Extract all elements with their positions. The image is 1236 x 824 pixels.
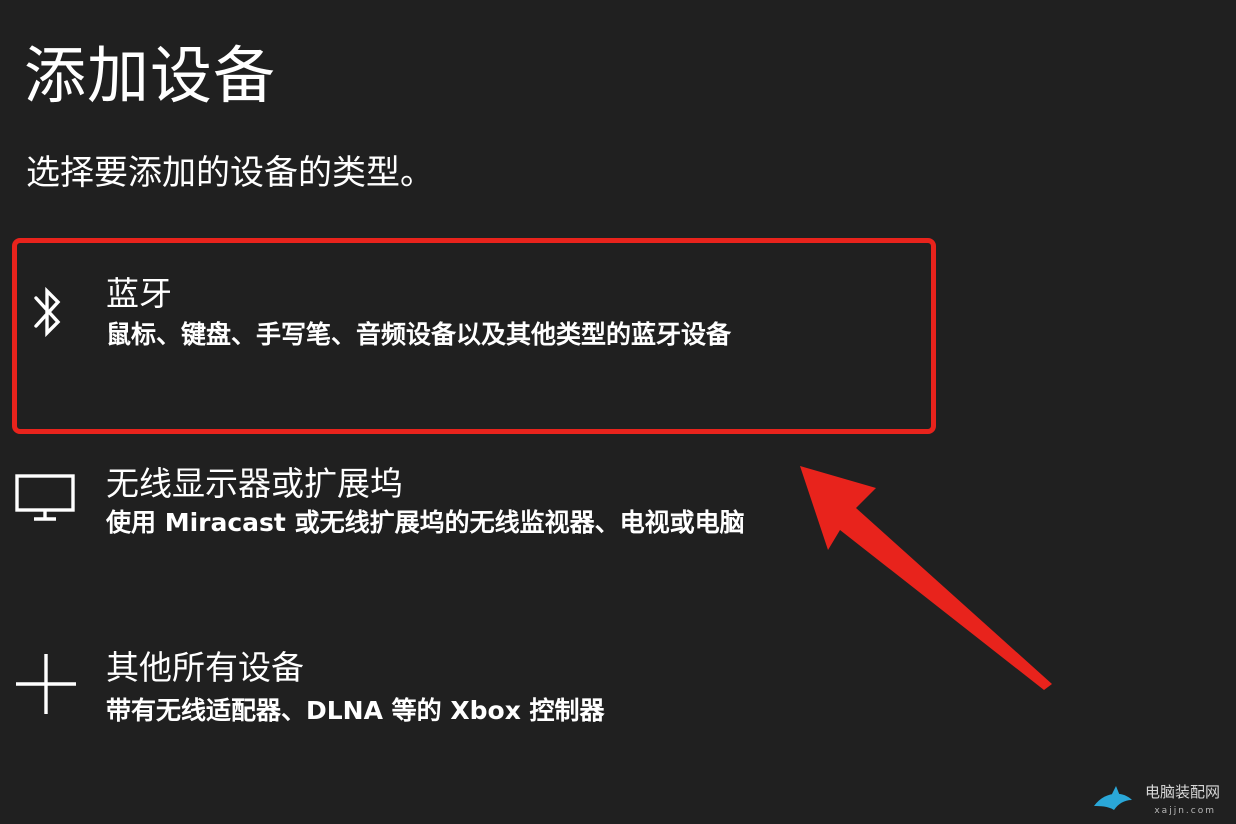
option-wireless-display-description: 使用 Miracast 或无线扩展坞的无线监视器、电视或电脑 — [106, 508, 745, 537]
watermark-url: xajjn.com — [1154, 806, 1216, 816]
page-title: 添加设备 — [24, 39, 277, 112]
option-wireless-display[interactable]: 无线显示器或扩展坞 使用 Miracast 或无线扩展坞的无线监视器、电视或电脑 — [14, 430, 934, 620]
plus-icon — [16, 654, 76, 714]
option-everything-else[interactable]: 其他所有设备 带有无线适配器、DLNA 等的 Xbox 控制器 — [14, 616, 934, 806]
monitor-icon — [15, 474, 75, 521]
page-subtitle: 选择要添加的设备的类型。 — [26, 153, 434, 193]
watermark-text: 电脑装配网 — [1144, 783, 1220, 801]
bluetooth-icon — [34, 286, 61, 338]
option-everything-else-title: 其他所有设备 — [106, 648, 304, 687]
option-bluetooth[interactable]: 蓝牙 鼠标、键盘、手写笔、音频设备以及其他类型的蓝牙设备 — [14, 238, 934, 428]
option-wireless-display-title: 无线显示器或扩展坞 — [106, 464, 403, 503]
option-bluetooth-title: 蓝牙 — [106, 274, 172, 313]
option-bluetooth-description: 鼠标、键盘、手写笔、音频设备以及其他类型的蓝牙设备 — [106, 320, 732, 349]
watermark: 电脑装配网 xajjn.com — [1088, 776, 1228, 820]
option-everything-else-description: 带有无线适配器、DLNA 等的 Xbox 控制器 — [106, 696, 605, 725]
